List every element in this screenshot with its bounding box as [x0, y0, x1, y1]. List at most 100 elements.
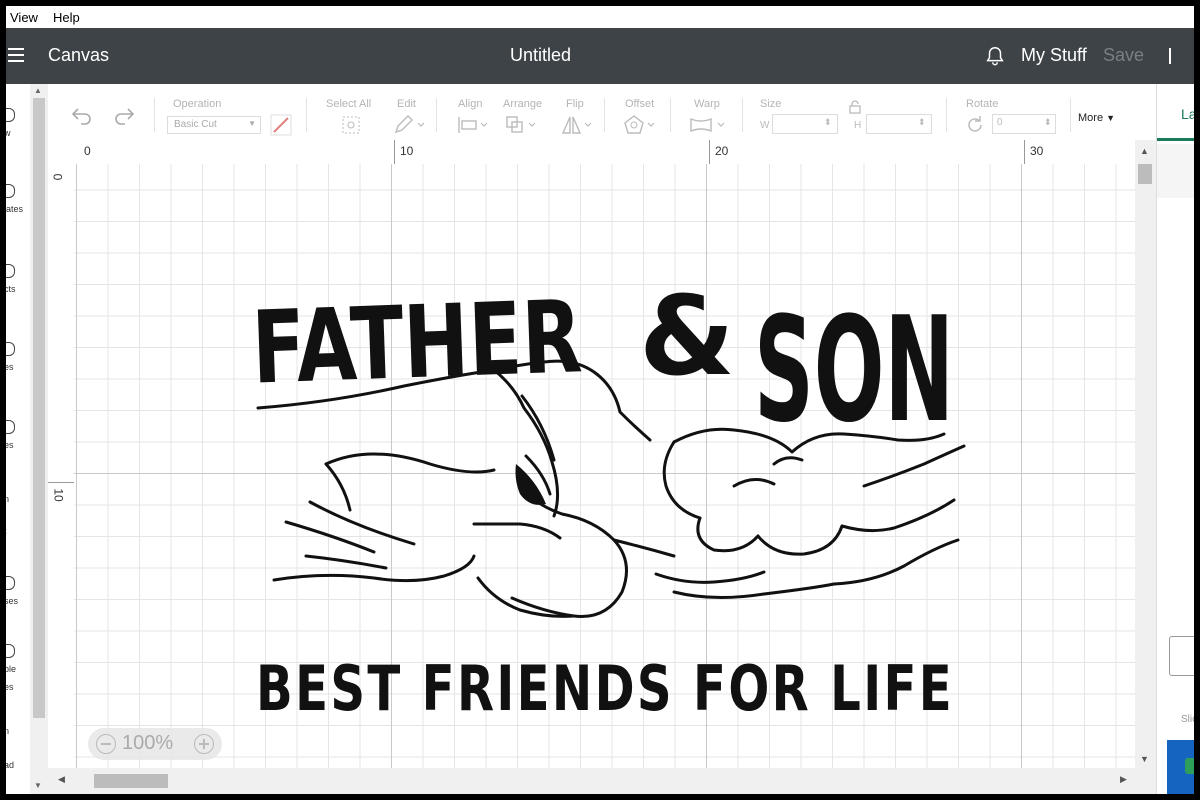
chevron-down-icon: ▼	[248, 119, 256, 128]
align-label: Align	[458, 98, 483, 110]
warp-icon[interactable]	[688, 114, 728, 136]
scroll-thumb[interactable]	[33, 98, 45, 718]
father-son-design[interactable]: FATHER & SON BEST FRIENDS FOR LIFE	[74, 164, 1135, 768]
arrange-icon[interactable]	[504, 114, 538, 136]
left-panel-scrollbar[interactable]: ▲ ▼	[30, 84, 48, 794]
arrange-label: Arrange	[503, 98, 543, 110]
toolbar-divider	[306, 98, 307, 132]
rail-item-images[interactable]: es	[6, 342, 30, 382]
stepper-icon[interactable]: ⬍	[1044, 117, 1052, 128]
layer-color-button[interactable]	[1169, 636, 1194, 676]
new-icon	[6, 108, 15, 122]
canvas-vertical-scrollbar[interactable]: ▲ ▼	[1135, 140, 1156, 768]
ruler-major-tick	[1024, 140, 1025, 164]
rail-item-templates[interactable]: lates	[6, 184, 30, 224]
flip-label: Flip	[566, 98, 584, 110]
zoom-out-icon[interactable]	[96, 734, 116, 754]
stepper-icon[interactable]: ⬍	[918, 117, 926, 128]
operation-label: Operation	[173, 98, 222, 110]
width-label: W	[760, 120, 770, 131]
undo-icon[interactable]	[70, 106, 94, 126]
canvas-horizontal-scrollbar[interactable]: ◀ ▶	[48, 768, 1156, 794]
chat-icon[interactable]	[1185, 758, 1194, 774]
header-divider	[1169, 48, 1171, 64]
stepper-icon[interactable]: ⬍	[824, 117, 832, 128]
editable-images-icon	[6, 644, 15, 658]
design-ampersand: &	[639, 272, 735, 400]
scroll-down-arrow-icon[interactable]: ▼	[1140, 754, 1149, 764]
menu-help[interactable]: Help	[53, 10, 80, 25]
zoom-level: 100%	[122, 732, 174, 754]
rotate-icon[interactable]	[964, 114, 986, 136]
rail-item-new[interactable]: w	[6, 108, 30, 148]
lock-icon[interactable]	[848, 100, 862, 114]
ruler-label: 10	[400, 144, 414, 158]
ruler-label: 30	[1030, 144, 1044, 158]
select-all-icon[interactable]	[340, 114, 362, 136]
toolbar-divider	[436, 98, 437, 132]
app-header: Canvas Untitled My Stuff Save	[6, 28, 1194, 84]
scroll-down-arrow-icon[interactable]: ▼	[34, 781, 42, 790]
select-all-label: Select All	[326, 98, 372, 110]
scroll-left-arrow-icon[interactable]: ◀	[58, 774, 65, 785]
scroll-up-arrow-icon[interactable]: ▲	[34, 86, 42, 95]
toolbar-divider	[154, 98, 155, 132]
rail-item-shapes[interactable]: es	[6, 420, 30, 460]
edit-pencil-icon[interactable]	[392, 114, 426, 136]
align-icon[interactable]	[456, 114, 490, 136]
scroll-right-arrow-icon[interactable]: ▶	[1120, 774, 1127, 785]
redo-icon[interactable]	[112, 106, 136, 126]
ruler-major-tick	[48, 482, 74, 483]
offset-icon[interactable]	[622, 114, 658, 136]
scroll-thumb[interactable]	[94, 774, 168, 788]
ruler-label: 0	[84, 144, 91, 158]
document-title[interactable]: Untitled	[510, 45, 571, 66]
scroll-thumb[interactable]	[1138, 164, 1152, 184]
zoom-control: 100%	[88, 728, 222, 760]
flip-icon[interactable]	[560, 114, 594, 136]
horizontal-ruler: 0 10 20 30	[48, 140, 1156, 165]
active-tab-indicator	[1157, 138, 1194, 141]
more-button[interactable]: More ▼	[1078, 112, 1115, 124]
projects-icon	[6, 264, 15, 278]
design-canvas[interactable]: FATHER & SON BEST FRIENDS FOR LIFE 100%	[74, 164, 1135, 768]
rail-item-projects[interactable]: cts	[6, 264, 30, 304]
save-button[interactable]: Save	[1103, 45, 1144, 66]
operation-select[interactable]: Basic Cut ▼	[167, 116, 261, 134]
tab-layers[interactable]: La	[1181, 106, 1194, 122]
design-son-text: SON	[754, 286, 954, 455]
ruler-major-tick	[709, 140, 710, 164]
warp-label: Warp	[694, 98, 720, 110]
toolbar-divider	[946, 98, 947, 132]
toolbar-divider	[1070, 98, 1071, 132]
toolbar-divider	[604, 98, 605, 132]
rotate-label: Rotate	[966, 98, 999, 110]
shapes-icon	[6, 420, 15, 434]
hamburger-menu-icon[interactable]	[8, 48, 24, 62]
height-label: H	[854, 120, 862, 131]
ruler-major-tick	[394, 140, 395, 164]
rail-item-download[interactable]: ad	[6, 740, 30, 780]
size-label: Size	[760, 98, 782, 110]
menu-bar: View Help	[6, 6, 1194, 28]
caret-down-icon: ▼	[1106, 113, 1116, 123]
fist-shading	[515, 464, 546, 505]
edit-label: Edit	[397, 98, 416, 110]
scroll-up-arrow-icon[interactable]: ▲	[1140, 146, 1149, 156]
zoom-in-icon[interactable]	[194, 734, 214, 754]
slice-label: Slic	[1181, 714, 1194, 725]
ruler-label: 0	[50, 173, 65, 181]
offset-label: Offset	[625, 98, 655, 110]
my-stuff-link[interactable]: My Stuff	[1021, 45, 1087, 66]
menu-view[interactable]: View	[10, 10, 38, 25]
app-title: Canvas	[48, 45, 110, 65]
ruler-label: 20	[715, 144, 729, 158]
design-father-text: FATHER	[250, 278, 584, 406]
phrases-icon	[6, 576, 15, 590]
rail-item-phrases[interactable]: ses	[6, 576, 30, 616]
rail-item-text[interactable]: t	[6, 508, 30, 548]
app-window: View Help Canvas Untitled My Stuff Save …	[6, 6, 1194, 794]
notification-bell-icon[interactable]	[984, 45, 1006, 67]
linetype-color-swatch-icon[interactable]	[270, 114, 292, 136]
templates-icon	[6, 184, 15, 198]
